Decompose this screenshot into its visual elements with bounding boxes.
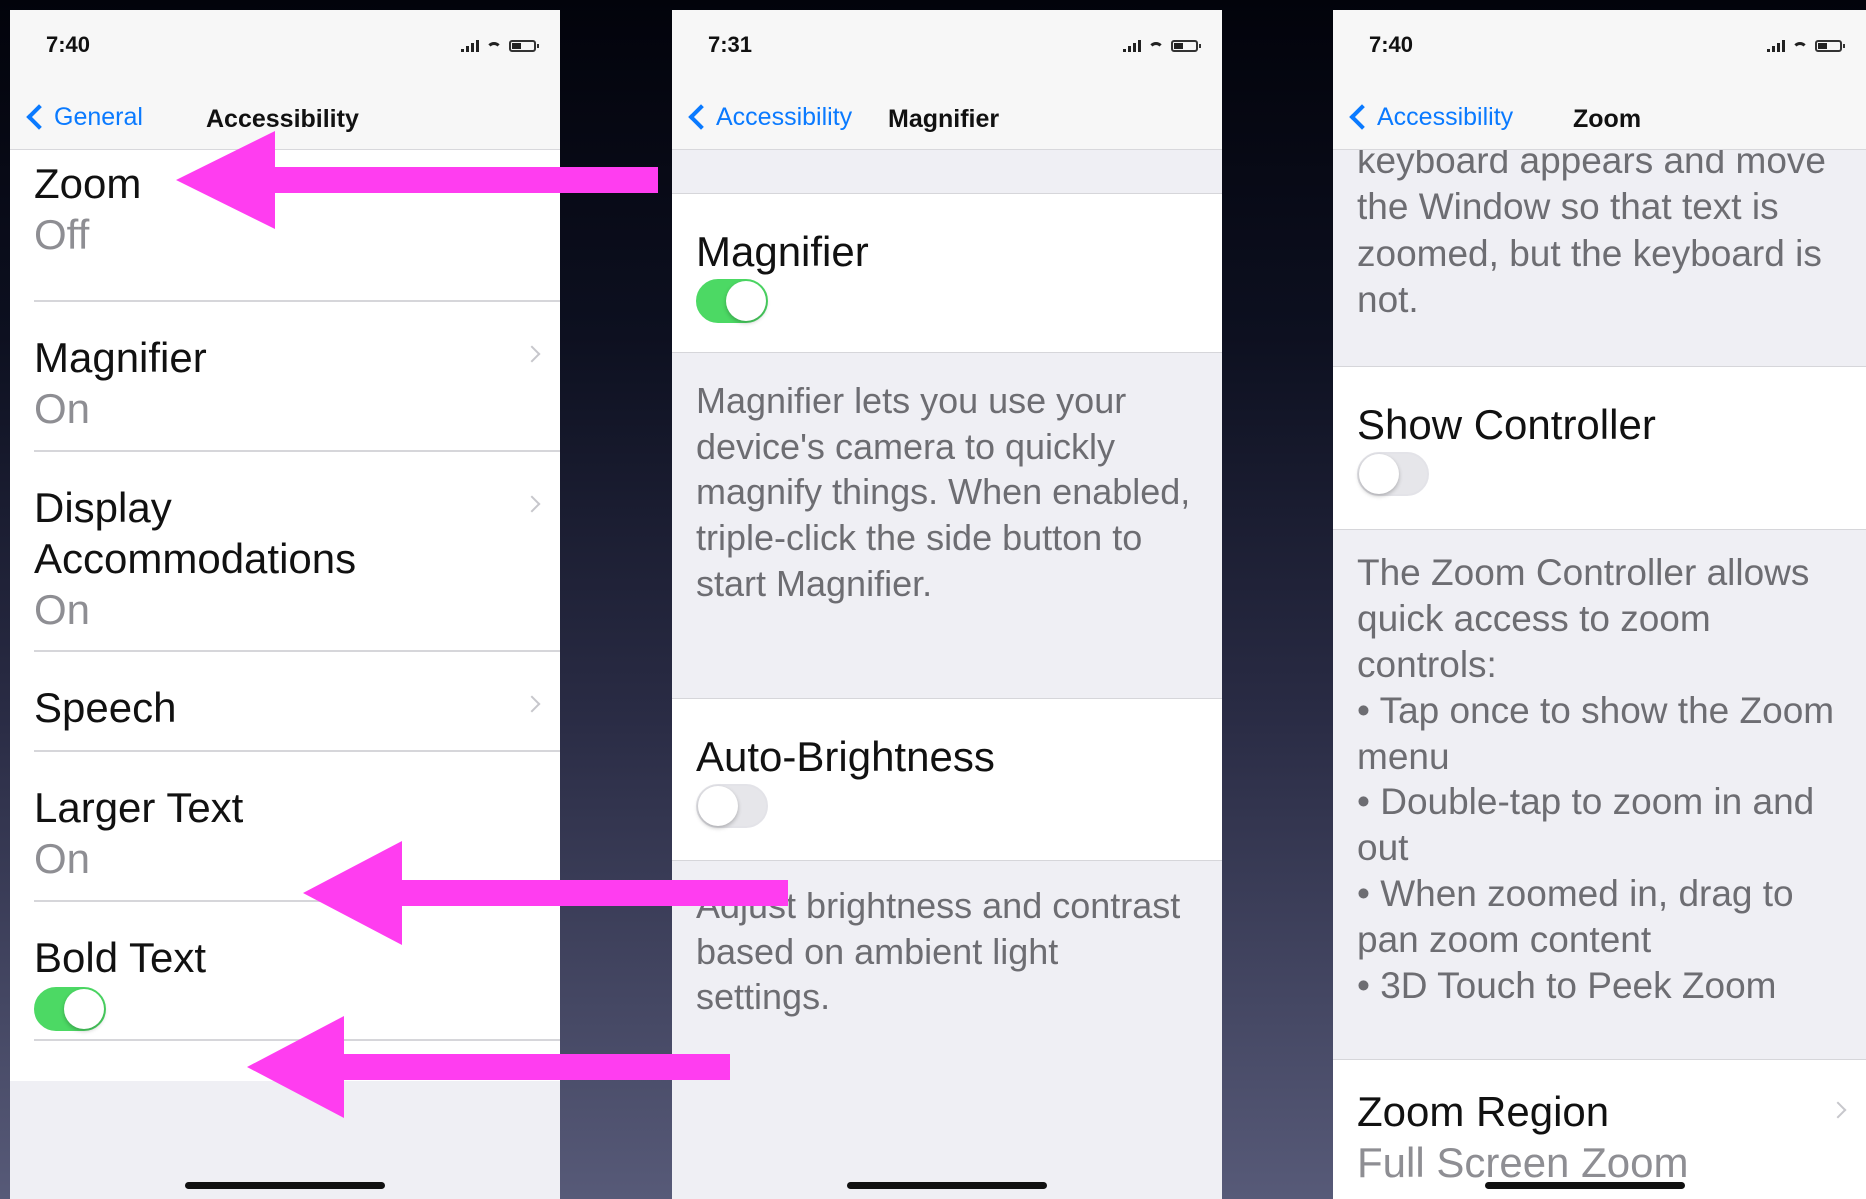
arrow-to-larger-text xyxy=(303,841,788,945)
arrow-to-zoom xyxy=(176,131,658,229)
arrow-to-bold-text xyxy=(247,1016,730,1118)
annotation-arrows xyxy=(176,131,788,1118)
